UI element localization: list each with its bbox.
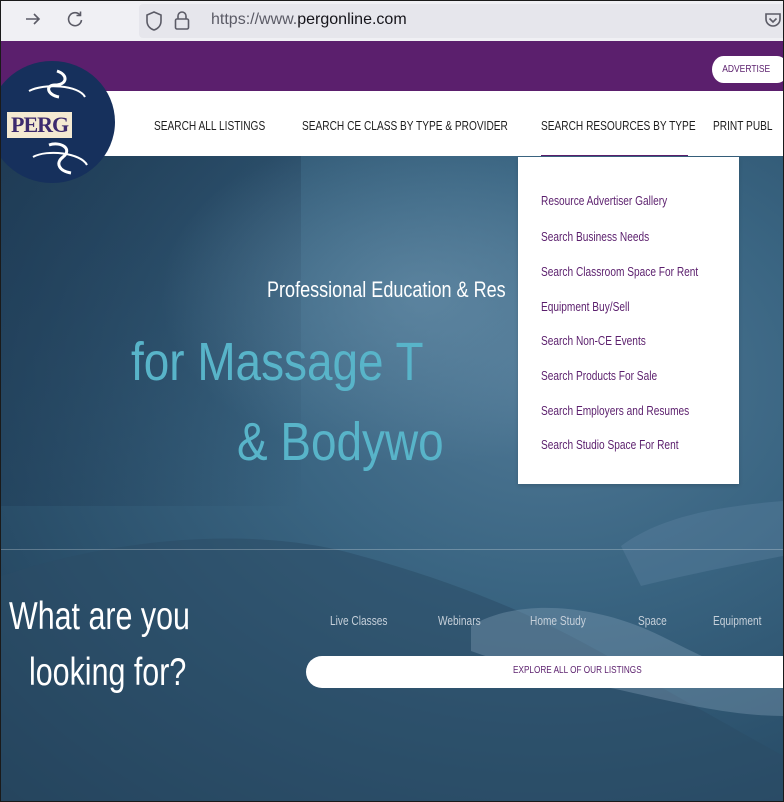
tracking-protection-shield-icon[interactable] [145, 10, 163, 37]
lock-icon[interactable] [173, 9, 191, 36]
explore-listings-button[interactable]: EXPLORE ALL OF OUR LISTINGS [306, 656, 783, 688]
dropdown-item-studio-space[interactable]: Search Studio Space For Rent [541, 437, 679, 452]
category-live-classes[interactable]: Live Classes [330, 613, 387, 628]
hero-divider [1, 549, 783, 550]
dropdown-item-equipment[interactable]: Equipment Buy/Sell [541, 299, 629, 314]
category-home-study[interactable]: Home Study [530, 613, 586, 628]
dropdown-item-classroom-space[interactable]: Search Classroom Space For Rent [541, 264, 698, 279]
nav-print-publications[interactable]: PRINT PUBL [713, 118, 773, 133]
dropdown-item-non-ce-events[interactable]: Search Non-CE Events [541, 333, 646, 348]
hero-headline-line1: for Massage T s [131, 331, 573, 393]
pocket-icon[interactable] [763, 10, 783, 35]
url-domain: pergonline.com [297, 11, 407, 28]
category-space[interactable]: Space [638, 613, 667, 628]
forward-arrow-icon[interactable] [23, 9, 43, 33]
browser-window: https://www.pergonline.com ADVERTISE SEA… [0, 0, 784, 802]
nav-search-ce-class[interactable]: SEARCH CE CLASS BY TYPE & PROVIDER [302, 118, 508, 133]
browser-toolbar: https://www.pergonline.com [1, 1, 783, 41]
logo-wordmark: PERG [7, 112, 73, 138]
hero-headline-line2: & Bodywo [237, 412, 444, 472]
search-heading-line1: What are you [9, 595, 190, 638]
reload-icon[interactable] [65, 9, 85, 33]
dropdown-item-products[interactable]: Search Products For Sale [541, 368, 657, 383]
hero-headline-line1-text: for Massage T s [131, 332, 574, 392]
top-utility-bar [1, 41, 783, 91]
explore-listings-label: EXPLORE ALL OF OUR LISTINGS [513, 665, 642, 676]
url-text[interactable]: https://www.pergonline.com [211, 11, 407, 29]
dropdown-item-resource-gallery[interactable]: Resource Advertiser Gallery [541, 193, 667, 208]
dropdown-item-business-needs[interactable]: Search Business Needs [541, 229, 649, 244]
nav-search-resources[interactable]: SEARCH RESOURCES BY TYPE [541, 118, 696, 133]
dropdown-item-employers[interactable]: Search Employers and Resumes [541, 403, 689, 418]
hero-subtitle: Professional Education & Res [267, 277, 506, 302]
search-heading-line2: looking for? [29, 651, 187, 694]
advertise-button[interactable]: ADVERTISE [712, 56, 783, 83]
nav-search-all-listings[interactable]: SEARCH ALL LISTINGS [154, 118, 265, 133]
url-prefix: https://www. [211, 11, 298, 28]
category-equipment[interactable]: Equipment [713, 613, 761, 628]
category-webinars[interactable]: Webinars [438, 613, 481, 628]
